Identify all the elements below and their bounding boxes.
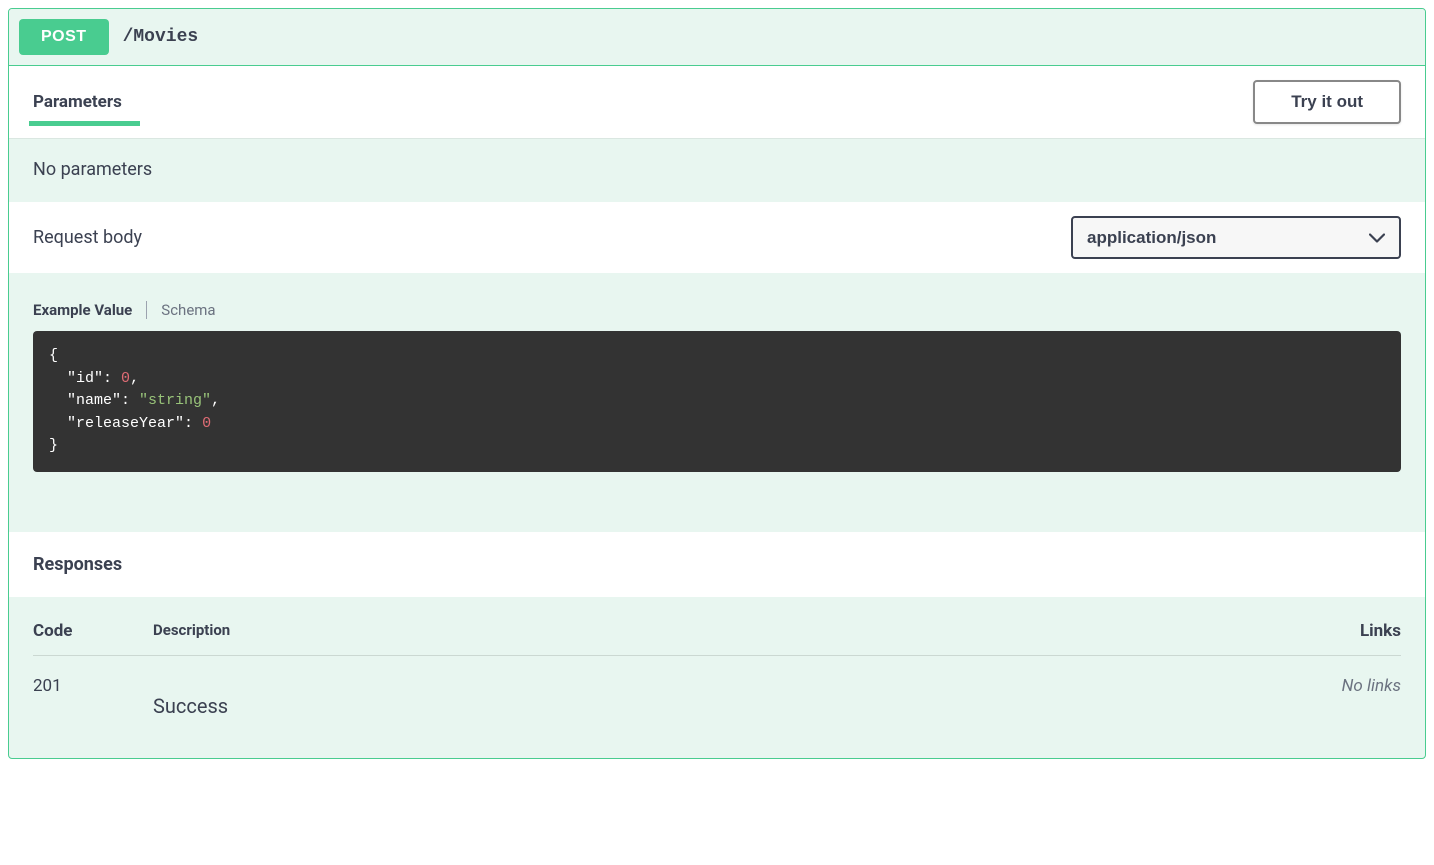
table-row: 201 Success No links [33,656,1401,718]
example-json-code[interactable]: { "id": 0, "name": "string", "releaseYea… [33,331,1401,472]
col-header-links: Links [1281,621,1401,641]
response-links: No links [1281,676,1401,718]
response-description: Success [153,676,1281,718]
active-tab-underline [29,121,140,126]
http-method-badge: POST [19,19,109,55]
tab-schema[interactable]: Schema [161,301,215,319]
request-body-label: Request body [33,227,142,248]
responses-table-header: Code Description Links [33,621,1401,656]
col-header-description: Description [153,621,1281,641]
parameters-tab[interactable]: Parameters [33,92,122,112]
response-code: 201 [33,676,153,718]
responses-heading: Responses [9,532,1425,597]
parameters-tab-label: Parameters [33,92,122,112]
example-schema-tabs: Example Value Schema [9,273,1425,331]
tab-example-value[interactable]: Example Value [33,301,132,319]
col-header-code: Code [33,621,153,641]
endpoint-path: /Movies [123,27,199,47]
try-it-out-button[interactable]: Try it out [1253,80,1401,124]
operation-summary[interactable]: POST /Movies [9,9,1425,66]
tab-divider [146,301,147,319]
content-type-select-wrap: application/json [1071,216,1401,259]
operation-block: POST /Movies Parameters Try it out No pa… [8,8,1426,759]
request-body-header: Request body application/json [9,202,1425,273]
parameters-header: Parameters Try it out [9,66,1425,138]
content-type-select[interactable]: application/json [1071,216,1401,259]
parameters-empty: No parameters [9,138,1425,200]
responses-table: Code Description Links 201 Success No li… [9,597,1425,758]
